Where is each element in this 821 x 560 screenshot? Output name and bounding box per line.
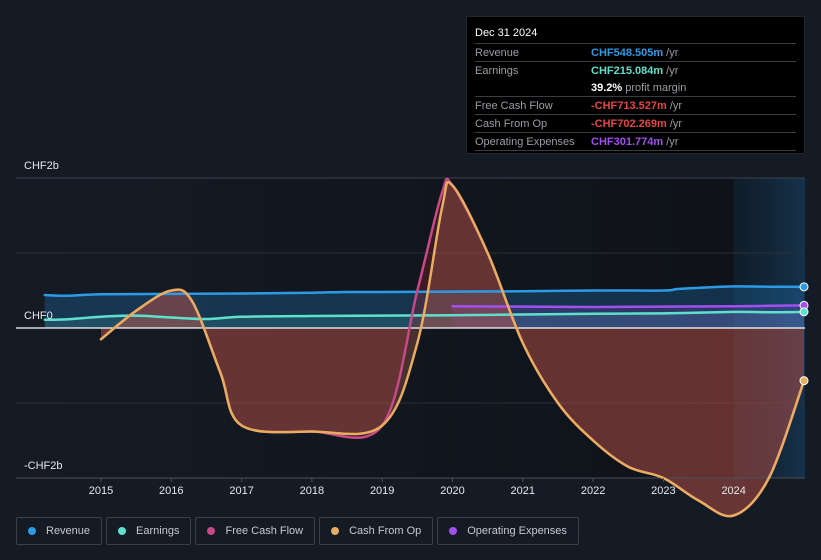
tooltip-row-profit-margin: 39.2% profit margin bbox=[475, 79, 796, 97]
tooltip-label: Revenue bbox=[475, 46, 520, 59]
tooltip-unit: /yr bbox=[666, 46, 679, 59]
tooltip-unit: /yr bbox=[666, 135, 679, 148]
series-line-operating-expenses bbox=[451, 304, 806, 309]
tooltip-value: CHF215.084m bbox=[591, 64, 664, 77]
tooltip-label: Free Cash Flow bbox=[475, 99, 553, 112]
tooltip-label: Cash From Op bbox=[475, 117, 548, 130]
legend-item-cash-from-op[interactable]: Cash From Op bbox=[319, 517, 434, 545]
x-tick-label: 2017 bbox=[229, 485, 254, 497]
tooltip-unit: profit margin bbox=[625, 81, 687, 94]
legend-dot-icon bbox=[207, 527, 216, 535]
tooltip-label: Operating Expenses bbox=[475, 135, 575, 148]
tooltip-value: 39.2% bbox=[591, 81, 623, 94]
legend-dot-icon bbox=[331, 527, 340, 535]
tooltip-row-operating-expenses: Operating Expenses CHF301.774m /yr bbox=[475, 133, 796, 151]
legend-dot-icon bbox=[28, 527, 36, 535]
x-tick-label: 2020 bbox=[440, 485, 465, 497]
tooltip-unit: /yr bbox=[669, 99, 683, 112]
tooltip-row-revenue: Revenue CHF548.505m /yr bbox=[475, 44, 796, 62]
tooltip-value: CHF548.505m bbox=[591, 46, 664, 59]
y-tick-label-zero: CHF0 bbox=[24, 310, 53, 322]
x-tick-label: 2024 bbox=[721, 485, 746, 497]
legend-label: Cash From Op bbox=[349, 525, 422, 537]
legend-dot-icon bbox=[118, 527, 127, 535]
tooltip-row-earnings: Earnings CHF215.084m /yr bbox=[475, 62, 796, 79]
x-tick-label: 2022 bbox=[580, 485, 606, 497]
legend-item-operating-expenses[interactable]: Operating Expenses bbox=[437, 517, 579, 545]
legend-item-revenue[interactable]: Revenue bbox=[16, 517, 103, 545]
tooltip-value: -CHF702.269m bbox=[591, 117, 667, 130]
data-tooltip: Dec 31 2024 Revenue CHF548.505m /yr Earn… bbox=[466, 16, 805, 154]
legend-label: Free Cash Flow bbox=[225, 525, 304, 537]
x-tick-label: 2018 bbox=[299, 485, 325, 497]
chart-legend: Revenue Earnings Free Cash Flow Cash Fro… bbox=[16, 517, 579, 545]
legend-label: Revenue bbox=[46, 525, 91, 537]
tooltip-value: -CHF713.527m bbox=[591, 99, 667, 112]
x-tick-label: 2015 bbox=[88, 485, 114, 497]
tooltip-unit: /yr bbox=[666, 64, 679, 77]
tooltip-date: Dec 31 2024 bbox=[475, 23, 796, 44]
y-tick-label-top: CHF2b bbox=[24, 160, 59, 172]
y-tick-label-bottom: -CHF2b bbox=[24, 460, 63, 472]
x-tick-label: 2016 bbox=[159, 485, 184, 497]
tooltip-value: CHF301.774m bbox=[591, 135, 664, 148]
tooltip-row-free-cash-flow: Free Cash Flow -CHF713.527m /yr bbox=[475, 97, 796, 115]
legend-label: Earnings bbox=[136, 525, 180, 537]
x-tick-label: 2021 bbox=[510, 485, 536, 497]
x-tick-label: 2019 bbox=[369, 485, 395, 497]
legend-dot-icon bbox=[449, 527, 458, 535]
x-tick-label: 2023 bbox=[651, 485, 676, 497]
tooltip-unit: /yr bbox=[669, 117, 683, 130]
tooltip-row-cash-from-op: Cash From Op -CHF702.269m /yr bbox=[475, 115, 796, 133]
legend-item-earnings[interactable]: Earnings bbox=[106, 517, 192, 545]
legend-item-free-cash-flow[interactable]: Free Cash Flow bbox=[195, 517, 316, 545]
end-marker-revenue bbox=[799, 282, 809, 292]
end-marker-cash-from-op bbox=[799, 376, 809, 386]
tooltip-label: Earnings bbox=[475, 64, 519, 77]
end-marker-earnings bbox=[799, 307, 809, 317]
legend-label: Operating Expenses bbox=[467, 525, 567, 537]
